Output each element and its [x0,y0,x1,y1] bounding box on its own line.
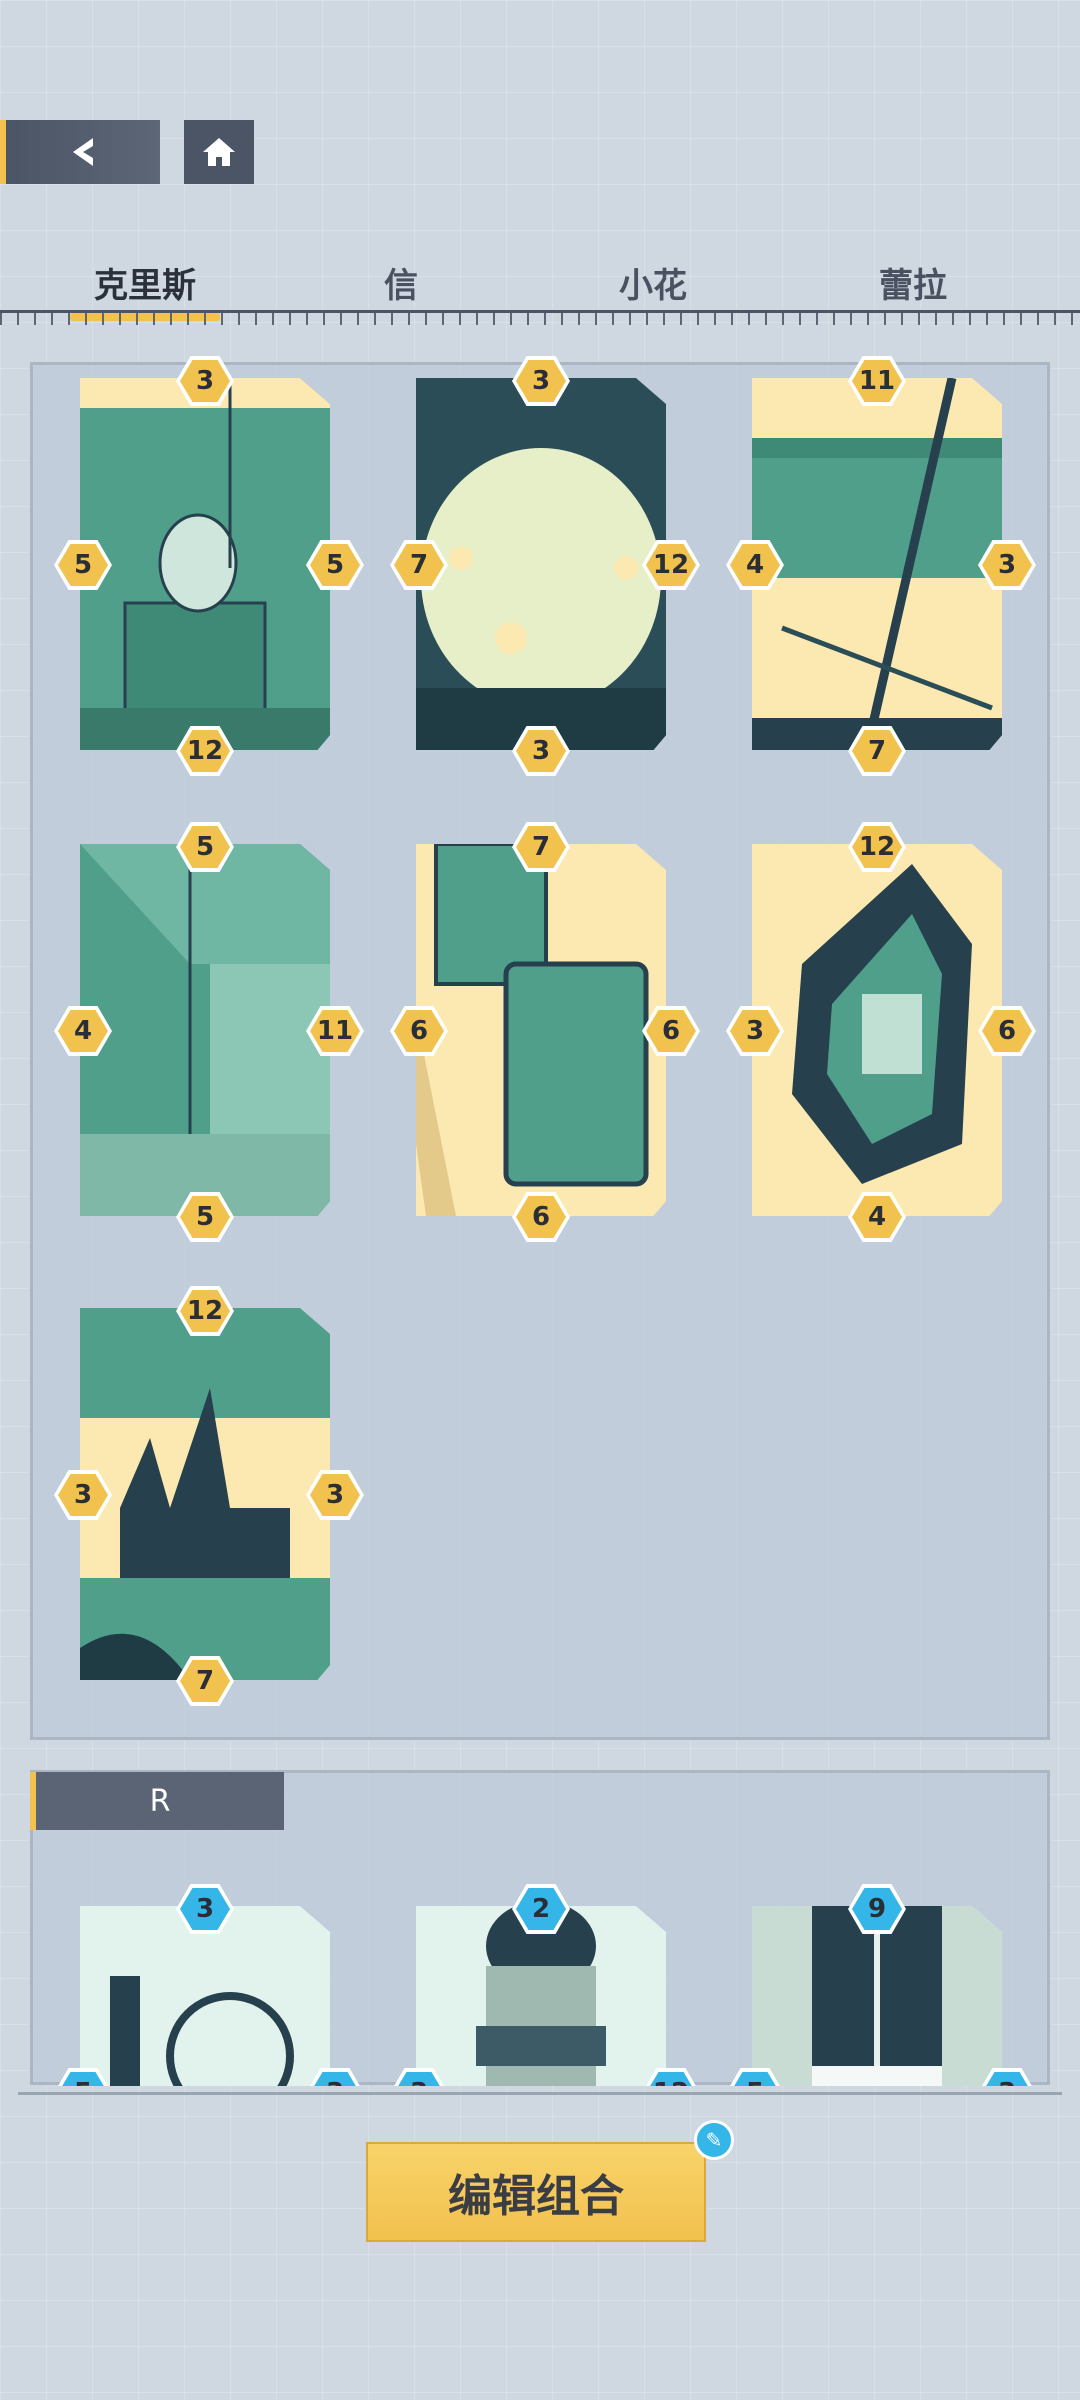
edit-combination-button[interactable]: 编辑组合 [366,2142,706,2242]
stat-value-top: 9 [852,1888,902,1930]
pencil-icon: ✎ [694,2120,734,2160]
r-card-3[interactable]: 9 5 3 [700,1884,1036,2086]
r-card-clip: 9 5 3 [0,0,1080,2086]
stat-value-left: 5 [730,2072,780,2086]
stat-value-right: 3 [982,2072,1032,2086]
panel-bottom-divider [18,2092,1062,2095]
